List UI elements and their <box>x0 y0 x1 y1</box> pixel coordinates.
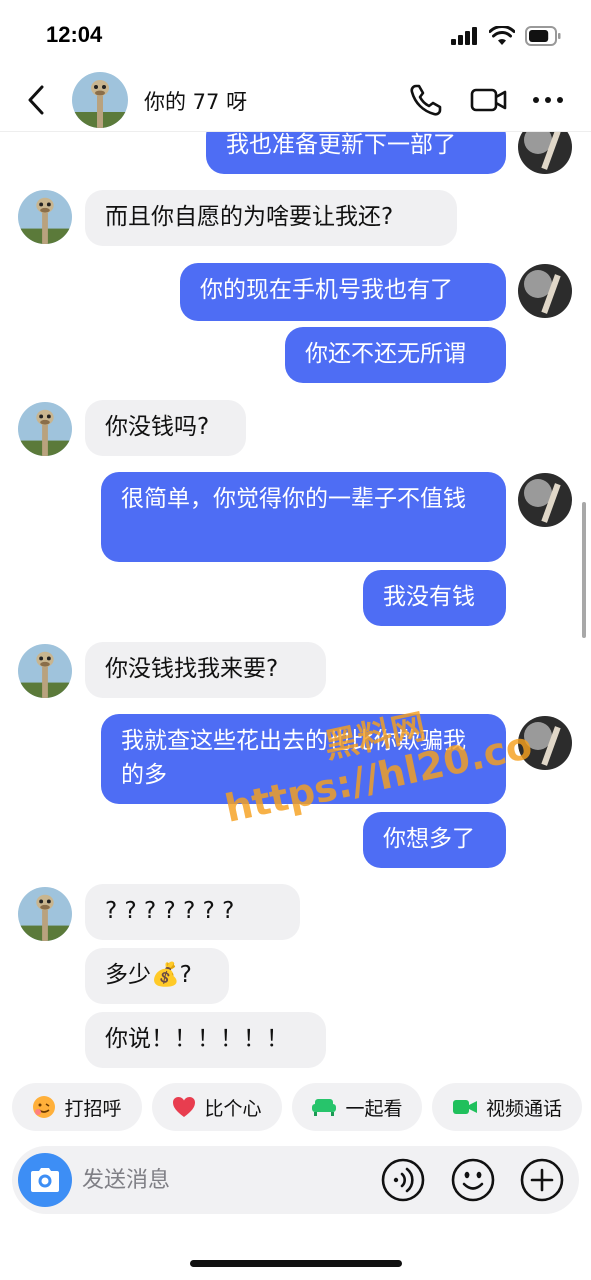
my-avatar[interactable] <box>518 264 572 318</box>
wave-emoji-icon <box>33 1096 56 1118</box>
emoji-button[interactable] <box>450 1157 496 1203</box>
heart-icon <box>173 1097 196 1117</box>
message-bubble[interactable]: 你想多了 <box>363 812 506 868</box>
video-call-chip-label: 视频通话 <box>485 1097 562 1120</box>
message-bubble[interactable]: 你没钱吗? <box>85 400 246 456</box>
back-button[interactable] <box>20 82 52 118</box>
watch-together-chip[interactable]: 一起看 <box>292 1083 422 1131</box>
message-bubble[interactable]: 多少💰? <box>85 948 229 1004</box>
video-camera-icon <box>452 1100 477 1114</box>
greet-chip[interactable]: 打招呼 <box>12 1083 142 1131</box>
dark-portrait-avatar-icon <box>518 473 572 527</box>
wifi-icon <box>489 26 515 45</box>
message-input[interactable] <box>82 1164 362 1196</box>
greet-chip-label: 打招呼 <box>64 1097 122 1120</box>
my-avatar[interactable] <box>518 132 572 174</box>
battery-icon <box>525 26 561 46</box>
voice-call-button[interactable] <box>408 82 444 118</box>
scrollbar[interactable] <box>582 502 586 638</box>
watch-together-chip-label: 一起看 <box>345 1097 403 1120</box>
ostrich-avatar-icon <box>18 887 72 941</box>
ostrich-avatar-icon <box>72 72 128 128</box>
more-input-button[interactable] <box>519 1157 565 1203</box>
voice-wave-icon <box>381 1158 425 1202</box>
dark-portrait-avatar-icon <box>518 132 572 174</box>
ostrich-avatar-icon <box>18 402 72 456</box>
contact-name[interactable]: 你的 77 呀 <box>144 86 247 116</box>
more-options-button[interactable] <box>532 90 564 110</box>
camera-button[interactable] <box>18 1153 72 1207</box>
plus-icon <box>520 1158 564 1202</box>
message-bubble[interactable]: 你的现在手机号我也有了 <box>180 263 506 321</box>
status-time: 12:04 <box>46 22 103 47</box>
contact-message-avatar[interactable] <box>18 644 72 698</box>
message-bubble[interactable]: 我没有钱 <box>363 570 506 626</box>
sofa-icon <box>312 1099 337 1116</box>
ostrich-avatar-icon <box>18 644 72 698</box>
contact-avatar[interactable] <box>72 72 128 128</box>
signal-icon <box>451 27 477 45</box>
message-bubble[interactable]: 很简单，你觉得你的一辈子不值钱 <box>101 472 506 562</box>
ostrich-avatar-icon <box>18 190 72 244</box>
dark-portrait-avatar-icon <box>518 264 572 318</box>
message-bubble[interactable]: 你还不还无所谓 <box>285 327 506 383</box>
message-composer <box>12 1146 579 1214</box>
contact-message-avatar[interactable] <box>18 190 72 244</box>
message-bubble[interactable]: ? ? ? ? ? ? ? <box>85 884 300 940</box>
camera-icon <box>31 1168 59 1192</box>
my-avatar[interactable] <box>518 716 572 770</box>
chat-header: 你的 77 呀 <box>0 70 591 132</box>
video-camera-icon <box>470 88 507 112</box>
message-bubble[interactable]: 我也准备更新下一部了 <box>206 132 506 174</box>
heart-chip[interactable]: 比个心 <box>152 1083 282 1131</box>
message-bubble[interactable]: 而且你自愿的为啥要让我还? <box>85 190 457 246</box>
chevron-left-icon <box>28 85 44 115</box>
phone-icon <box>410 84 442 116</box>
message-bubble[interactable]: 我就查这些花出去的也比你欺骗我的多 <box>101 714 506 804</box>
dark-portrait-avatar-icon <box>518 716 572 770</box>
contact-message-avatar[interactable] <box>18 887 72 941</box>
status-icons <box>451 26 561 46</box>
more-dots-icon <box>533 97 563 103</box>
status-bar: 12:04 <box>0 0 591 70</box>
video-call-button[interactable] <box>470 84 508 116</box>
voice-message-button[interactable] <box>380 1157 426 1203</box>
message-bubble[interactable]: 你没钱找我来要? <box>85 642 326 698</box>
message-list[interactable]: 我也准备更新下一部了 而且你自愿的为啥要让我还? 你的现在手机号我也有了 你还不… <box>0 132 591 1078</box>
message-bubble[interactable]: 你说！！！！！！ <box>85 1012 326 1068</box>
home-indicator[interactable] <box>190 1260 402 1267</box>
smiley-icon <box>451 1158 495 1202</box>
quick-actions: 打招呼 比个心 一起看 视频通话 <box>12 1083 582 1131</box>
contact-message-avatar[interactable] <box>18 402 72 456</box>
heart-chip-label: 比个心 <box>204 1097 262 1120</box>
my-avatar[interactable] <box>518 473 572 527</box>
video-call-chip[interactable]: 视频通话 <box>432 1083 582 1131</box>
